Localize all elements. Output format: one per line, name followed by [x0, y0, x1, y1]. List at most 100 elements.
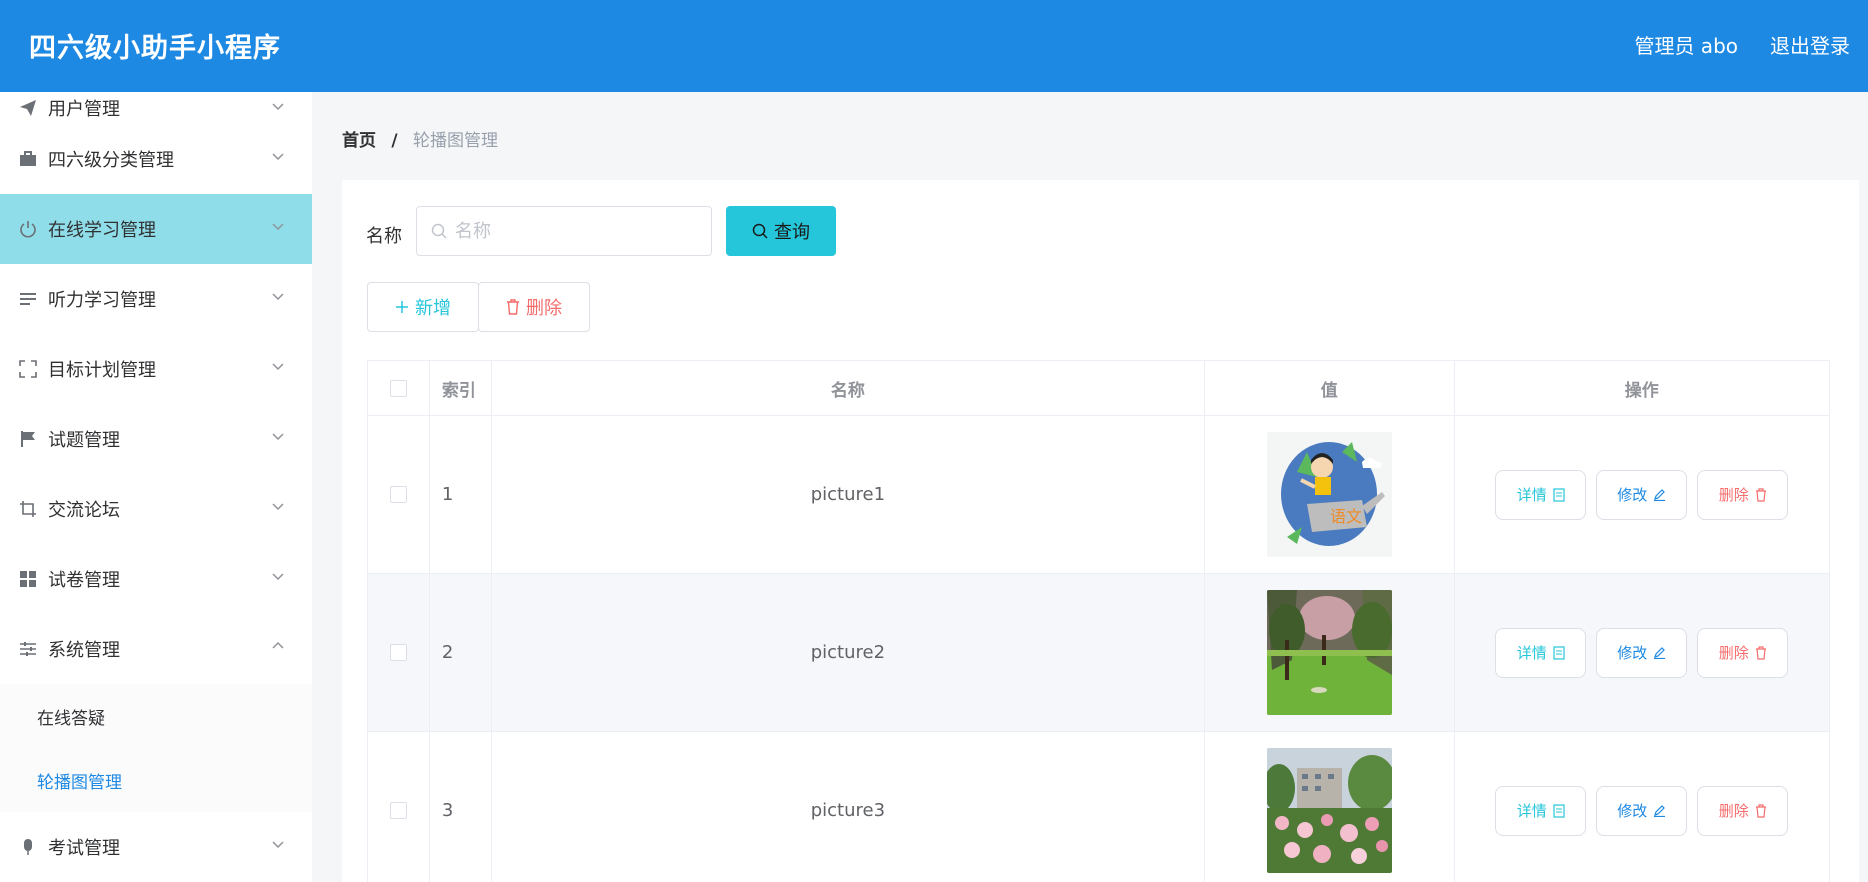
- select-all-checkbox[interactable]: [389, 379, 407, 397]
- system-submenu: 在线答疑 轮播图管理: [0, 684, 312, 812]
- mic-icon: [18, 837, 38, 857]
- list-icon: [18, 289, 38, 309]
- park-lawn-trees-image: [1266, 590, 1392, 715]
- sidebar-item-online-study[interactable]: 在线学习管理: [0, 194, 312, 264]
- sidebar: 用户管理 四六级分类管理 在线学习管理 听力学习管理 目标计划管理 试题管理 交…: [0, 92, 312, 882]
- sidebar-item-questions[interactable]: 试题管理: [0, 404, 312, 474]
- sidebar-item-category[interactable]: 四六级分类管理: [0, 124, 312, 194]
- search-label: 名称: [366, 226, 402, 247]
- row-index: 3: [430, 732, 492, 882]
- row-index: 2: [430, 574, 492, 731]
- trash-icon: [1755, 487, 1766, 502]
- row-name: picture3: [492, 732, 1205, 882]
- top-header: 四六级小助手小程序 管理员 abo 退出登录: [0, 0, 1868, 92]
- sidebar-item-label: 试题管理: [48, 430, 120, 451]
- sidebar-item-label: 交流论坛: [48, 500, 120, 521]
- main-content: 首页 / 轮播图管理 名称 查询 新增 删除 索引 名称 值 操作: [312, 92, 1868, 882]
- breadcrumb-current: 轮播图管理: [413, 131, 499, 151]
- chevron-down-icon: [272, 103, 284, 111]
- power-icon: [18, 219, 38, 239]
- detail-button[interactable]: 详情: [1495, 627, 1587, 678]
- edit-button[interactable]: 修改: [1596, 469, 1688, 520]
- header-name: 名称: [492, 361, 1205, 415]
- chevron-down-icon: [272, 223, 284, 231]
- detail-button[interactable]: 详情: [1495, 785, 1587, 836]
- row-checkbox[interactable]: [389, 486, 407, 503]
- plus-icon: [396, 301, 408, 313]
- delete-button[interactable]: 删除: [1697, 469, 1789, 520]
- sliders-icon: [18, 639, 38, 659]
- peony-flowers-building-image: [1266, 748, 1392, 873]
- row-name: picture1: [492, 416, 1205, 573]
- search-input[interactable]: [455, 220, 695, 242]
- trash-icon: [1755, 803, 1766, 818]
- sidebar-item-label: 目标计划管理: [48, 360, 156, 381]
- row-name: picture2: [492, 574, 1205, 731]
- flag-icon: [18, 429, 38, 449]
- submenu-item-carousel[interactable]: 轮播图管理: [0, 748, 312, 812]
- fullscreen-icon: [18, 359, 38, 379]
- row-index: 1: [430, 416, 492, 573]
- chevron-down-icon: [272, 573, 284, 581]
- row-checkbox[interactable]: [389, 644, 407, 661]
- pencil-icon: [1654, 805, 1666, 817]
- sidebar-item-exam[interactable]: 考试管理: [0, 812, 312, 882]
- header-operation: 操作: [1624, 380, 1659, 401]
- table-row: 3 picture3 详情 修改 删除: [368, 732, 1829, 882]
- trash-icon: [1755, 645, 1766, 660]
- add-button-label: 新增: [415, 298, 451, 319]
- search-field[interactable]: [416, 206, 712, 256]
- briefcase-icon: [18, 149, 38, 169]
- query-button-label: 查询: [774, 222, 810, 243]
- header-value: 值: [1205, 361, 1455, 415]
- delete-button-label: 删除: [526, 298, 562, 319]
- edit-button[interactable]: 修改: [1596, 785, 1688, 836]
- pencil-icon: [1654, 489, 1666, 501]
- svg-text:语文: 语文: [1330, 507, 1362, 526]
- sidebar-item-goal-plan[interactable]: 目标计划管理: [0, 334, 312, 404]
- table-row: 2 picture2 详情 修改 删除: [368, 574, 1829, 732]
- row-checkbox[interactable]: [389, 802, 407, 819]
- sidebar-item-exam-papers[interactable]: 试卷管理: [0, 544, 312, 614]
- document-icon: [1553, 803, 1565, 818]
- content-card: 名称 查询 新增 删除 索引 名称 值 操作: [342, 180, 1859, 882]
- breadcrumb: 首页 / 轮播图管理: [342, 126, 498, 151]
- chevron-down-icon: [272, 433, 284, 441]
- sidebar-item-label: 四六级分类管理: [48, 150, 174, 171]
- grid-icon: [18, 569, 38, 589]
- sidebar-item-listening[interactable]: 听力学习管理: [0, 264, 312, 334]
- breadcrumb-separator: /: [391, 131, 398, 151]
- sidebar-item-forum[interactable]: 交流论坛: [0, 474, 312, 544]
- delete-button[interactable]: 删除: [1697, 785, 1789, 836]
- admin-user-label: 管理员 abo: [1634, 34, 1738, 58]
- chevron-down-icon: [272, 363, 284, 371]
- chevron-down-icon: [272, 153, 284, 161]
- chevron-down-icon: [272, 503, 284, 511]
- batch-delete-button[interactable]: 删除: [478, 282, 590, 332]
- logout-link[interactable]: 退出登录: [1770, 30, 1850, 59]
- app-title: 四六级小助手小程序: [29, 33, 281, 64]
- table-header-row: 索引 名称 值 操作: [368, 361, 1829, 416]
- add-button[interactable]: 新增: [367, 282, 479, 332]
- trash-icon: [507, 299, 519, 315]
- search-icon: [431, 223, 447, 239]
- detail-button[interactable]: 详情: [1495, 469, 1587, 520]
- submenu-item-online-qa[interactable]: 在线答疑: [0, 684, 312, 748]
- send-icon: [18, 98, 38, 118]
- query-button[interactable]: 查询: [726, 206, 836, 256]
- sidebar-item-label: 试卷管理: [48, 570, 120, 591]
- sidebar-item-system[interactable]: 系统管理: [0, 614, 312, 684]
- sidebar-item-user[interactable]: 用户管理: [0, 92, 312, 124]
- table-row: 1 picture1 语文 详情 修改 删除: [368, 416, 1829, 574]
- pencil-icon: [1654, 647, 1666, 659]
- edit-button[interactable]: 修改: [1596, 627, 1688, 678]
- breadcrumb-home[interactable]: 首页: [342, 131, 376, 151]
- sidebar-item-label: 在线学习管理: [48, 220, 156, 241]
- carousel-table: 索引 名称 值 操作 1 picture1 语文 详情 修改 删除 2 pict…: [367, 360, 1830, 882]
- cartoon-girl-watering-can-image: 语文: [1266, 432, 1392, 557]
- search-icon: [752, 223, 768, 239]
- sidebar-item-label: 系统管理: [48, 640, 120, 661]
- header-index: 索引: [430, 361, 492, 415]
- delete-button[interactable]: 删除: [1697, 627, 1789, 678]
- chevron-down-icon: [272, 293, 284, 301]
